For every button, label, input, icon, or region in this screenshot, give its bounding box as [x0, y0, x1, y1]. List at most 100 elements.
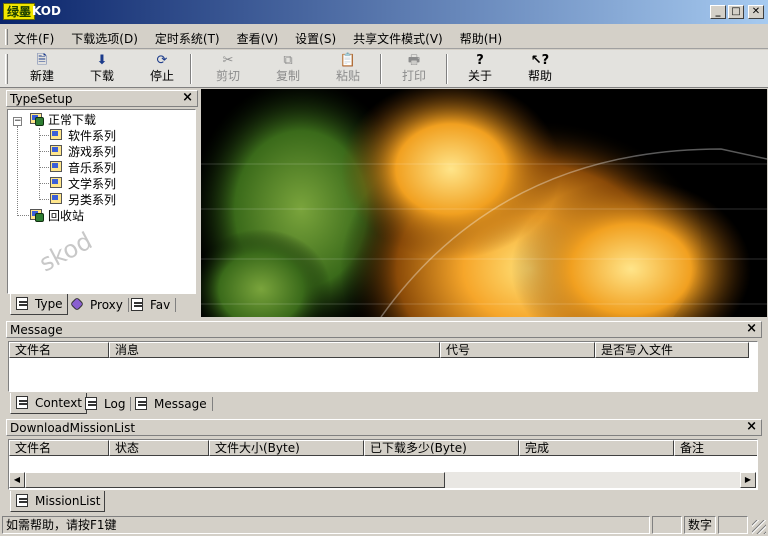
close-button[interactable]: ✕	[748, 5, 764, 19]
missions-tabs: MissionList	[8, 491, 758, 512]
missionlist-tab-icon	[15, 494, 31, 508]
category-folder-icon	[49, 144, 65, 158]
column-header-complete[interactable]: 完成	[519, 440, 674, 456]
fav-tab-icon	[130, 298, 146, 312]
proxy-gem-icon	[69, 296, 86, 312]
menu-shared-file-mode[interactable]: 共享文件模式(V)	[353, 30, 443, 47]
column-header-downloaded[interactable]: 已下载多少(Byte)	[364, 440, 519, 456]
tab-type[interactable]: Type	[10, 294, 68, 315]
menu-scheduler[interactable]: 定时系统(T)	[155, 30, 220, 47]
missions-panel-header: DownloadMissionList ×	[6, 419, 762, 436]
flower-artwork	[201, 89, 767, 317]
toolbar-grip[interactable]	[5, 54, 8, 84]
tree-node-category[interactable]: 文学系列	[49, 175, 116, 191]
tree-node-recycle-bin[interactable]: 回收站	[29, 207, 84, 223]
tree-node-category[interactable]: 另类系列	[49, 191, 116, 207]
typesetup-panel-header: TypeSetup ×	[6, 90, 198, 107]
scroll-left-button[interactable]: ◀	[9, 472, 25, 488]
window-title: KOD	[32, 4, 61, 18]
status-scroll-indicator	[718, 516, 748, 534]
message-close-icon[interactable]: ×	[746, 321, 757, 336]
typesetup-tabs: Type Proxy Fav	[8, 294, 198, 315]
pointer-help-icon: ↖?	[530, 53, 550, 68]
new-document-icon: 🗎	[36, 53, 48, 68]
download-icon: ⬇	[96, 53, 108, 68]
menu-download-options[interactable]: 下载选项(D)	[71, 30, 138, 47]
type-tab-icon	[15, 297, 31, 311]
tab-message[interactable]: Message	[130, 394, 213, 414]
message-list[interactable]: 文件名 消息 代号 是否写入文件	[8, 341, 758, 392]
toolbar-separator	[190, 54, 192, 84]
help-button[interactable]: ↖? 帮助	[518, 53, 562, 85]
scissors-icon: ✂	[222, 53, 234, 68]
title-bar: 绿墨 KOD _ □ ✕	[0, 0, 768, 24]
missions-panel-title: DownloadMissionList	[10, 421, 136, 435]
category-folder-icon	[49, 176, 65, 190]
maximize-button[interactable]: □	[728, 5, 744, 19]
stop-button[interactable]: ⟳ 停止	[140, 53, 184, 85]
message-tab-icon	[134, 397, 150, 411]
column-header-file-size[interactable]: 文件大小(Byte)	[209, 440, 364, 456]
paste-button[interactable]: 📋 粘贴	[326, 53, 370, 85]
column-header-filename[interactable]: 文件名	[9, 440, 109, 456]
new-button[interactable]: 🗎 新建	[20, 53, 64, 85]
copy-icon: ⧉	[283, 53, 293, 68]
skod-watermark: skod	[34, 226, 97, 278]
scroll-right-button[interactable]: ▶	[740, 472, 756, 488]
message-panel-title: Message	[10, 323, 63, 337]
toolbar-separator	[380, 54, 382, 84]
banner-image	[201, 89, 767, 317]
tab-fav[interactable]: Fav	[126, 295, 177, 315]
menu-view[interactable]: 查看(V)	[237, 30, 279, 47]
toolbar: 🗎 新建 ⬇ 下载 ⟳ 停止 ✂ 剪切 ⧉ 复制 📋 粘贴 🖶 打印 ? 关于 …	[0, 50, 768, 88]
stop-icon: ⟳	[156, 53, 168, 68]
column-header-filename[interactable]: 文件名	[9, 342, 109, 358]
tree-node-normal-download[interactable]: 正常下载	[29, 111, 96, 127]
menu-settings[interactable]: 设置(S)	[295, 30, 336, 47]
clipboard-tab-icon	[15, 396, 31, 410]
column-header-write-to-file[interactable]: 是否写入文件	[595, 342, 749, 358]
column-header-remark[interactable]: 备注	[674, 440, 757, 456]
typesetup-panel-title: TypeSetup	[10, 92, 73, 106]
download-folder-icon	[29, 112, 45, 126]
minimize-button[interactable]: _	[710, 5, 726, 19]
menu-bar: 文件(F) 下载选项(D) 定时系统(T) 查看(V) 设置(S) 共享文件模式…	[0, 25, 768, 49]
tree-node-category[interactable]: 软件系列	[49, 127, 116, 143]
status-help-text: 如需帮助，请按F1键	[2, 516, 650, 534]
status-bar: 如需帮助，请按F1键 数字	[0, 514, 768, 536]
tree-node-category[interactable]: 游戏系列	[49, 143, 116, 159]
print-button[interactable]: 🖶 打印	[392, 53, 436, 85]
window-controls: _ □ ✕	[710, 5, 764, 19]
tab-context[interactable]: Context	[10, 393, 88, 414]
app-logo-icon[interactable]: 绿墨	[3, 3, 36, 20]
status-caps-indicator	[652, 516, 682, 534]
tree-node-category[interactable]: 音乐系列	[49, 159, 116, 175]
menubar-grip[interactable]	[5, 29, 8, 45]
typesetup-close-icon[interactable]: ×	[182, 90, 193, 105]
printer-icon: 🖶	[407, 53, 421, 68]
question-mark-icon: ?	[476, 53, 484, 68]
about-button[interactable]: ? 关于	[458, 53, 502, 85]
resize-grip[interactable]	[752, 520, 766, 534]
menu-file[interactable]: 文件(F)	[14, 30, 54, 47]
tree-collapse-toggle[interactable]: −	[13, 117, 22, 126]
category-folder-icon	[49, 160, 65, 174]
column-header-message[interactable]: 消息	[109, 342, 440, 358]
menu-help[interactable]: 帮助(H)	[460, 30, 502, 47]
tab-log[interactable]: Log	[80, 394, 132, 414]
clipboard-icon: 📋	[339, 53, 357, 68]
column-header-status[interactable]: 状态	[109, 440, 209, 456]
copy-button[interactable]: ⧉ 复制	[266, 53, 310, 85]
tab-missionlist[interactable]: MissionList	[10, 491, 106, 512]
recycle-bin-icon	[29, 208, 45, 222]
message-panel-header: Message ×	[6, 321, 762, 338]
scroll-thumb[interactable]	[25, 472, 445, 488]
mission-list-hscrollbar[interactable]: ◀ ▶	[9, 472, 756, 488]
toolbar-separator	[446, 54, 448, 84]
category-folder-icon	[49, 128, 65, 142]
column-header-code[interactable]: 代号	[440, 342, 595, 358]
download-button[interactable]: ⬇ 下载	[80, 53, 124, 85]
missions-close-icon[interactable]: ×	[746, 419, 757, 434]
tab-proxy[interactable]: Proxy	[66, 295, 129, 315]
cut-button[interactable]: ✂ 剪切	[206, 53, 250, 85]
